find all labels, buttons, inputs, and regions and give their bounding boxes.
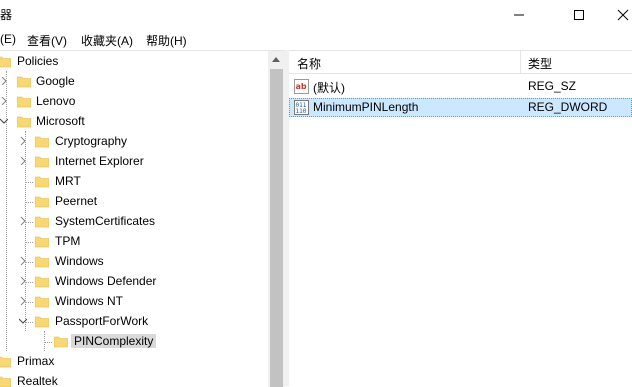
value-type: REG_SZ (528, 79, 577, 93)
chevron-right-icon[interactable] (19, 257, 27, 265)
folder-icon (17, 76, 31, 88)
folder-icon (35, 316, 49, 328)
folder-icon (35, 176, 49, 188)
folder-icon (35, 196, 49, 208)
string-value-icon: ab (294, 79, 309, 94)
menu-edit[interactable]: (E) (0, 32, 16, 46)
folder-icon (0, 376, 11, 387)
column-header-type[interactable]: 类型 (528, 55, 552, 72)
tree-connector (44, 342, 52, 343)
value-row-selected[interactable]: 011 110 MinimumPINLength REG_DWORD (289, 98, 632, 117)
folder-icon (0, 356, 11, 368)
folder-open-icon (54, 336, 68, 348)
chevron-right-icon[interactable] (0, 77, 8, 85)
close-button[interactable] (600, 0, 632, 30)
folder-icon (35, 296, 49, 308)
menu-view[interactable]: 查看(V) (27, 32, 67, 49)
minimize-icon (514, 14, 524, 16)
value-name: (默认) (313, 81, 345, 95)
binary-value-icon: 011 110 (294, 100, 309, 115)
tree-connector (25, 242, 33, 243)
chevron-right-icon[interactable] (19, 137, 27, 145)
tree-connector (25, 182, 33, 183)
folder-icon (0, 56, 11, 68)
chevron-right-icon[interactable] (19, 277, 27, 285)
folder-icon (35, 136, 49, 148)
menu-bar: (E) 查看(V) 收藏夹(A) 帮助(H) (0, 30, 632, 50)
chevron-down-icon[interactable] (0, 117, 8, 125)
list-header: 名称 类型 (289, 51, 632, 74)
folder-icon (35, 156, 49, 168)
chevron-right-icon[interactable] (19, 297, 27, 305)
tree-connector (6, 71, 7, 351)
close-icon (617, 9, 629, 21)
folder-icon (35, 276, 49, 288)
chevron-right-icon[interactable] (19, 157, 27, 165)
registry-tree: Policies Google Lenovo Microsoft Cryptog… (0, 50, 268, 387)
folder-icon (17, 116, 31, 128)
maximize-icon (574, 10, 584, 20)
scrollbar-thumb[interactable] (270, 69, 283, 387)
window-title: 器 (0, 8, 13, 22)
tree-connector (25, 202, 33, 203)
menu-favorites[interactable]: 收藏夹(A) (81, 32, 133, 49)
values-list: 名称 类型 ab (默认) REG_SZ 011 110 MinimumPINL… (289, 50, 632, 387)
column-header-name[interactable]: 名称 (297, 55, 321, 72)
chevron-right-icon[interactable] (19, 217, 27, 225)
title-bar: 器 (0, 0, 632, 30)
value-name: MinimumPINLength (313, 100, 419, 114)
tree-connector (44, 331, 45, 351)
tree-scrollbar[interactable] (268, 50, 285, 387)
column-divider[interactable] (520, 51, 521, 73)
folder-icon (35, 216, 49, 228)
folder-icon (35, 236, 49, 248)
menu-help[interactable]: 帮助(H) (146, 32, 187, 49)
minimize-button[interactable] (496, 0, 542, 30)
svg-text:ab: ab (296, 82, 307, 91)
scroll-up-arrow-icon[interactable] (272, 57, 280, 62)
chevron-right-icon[interactable] (0, 97, 8, 105)
value-row[interactable]: ab (默认) REG_SZ (289, 77, 632, 96)
folder-icon (35, 256, 49, 268)
maximize-button[interactable] (556, 0, 602, 30)
chevron-down-icon[interactable] (19, 317, 27, 325)
value-type: REG_DWORD (528, 100, 608, 114)
svg-text:110: 110 (296, 108, 307, 115)
folder-icon (17, 96, 31, 108)
